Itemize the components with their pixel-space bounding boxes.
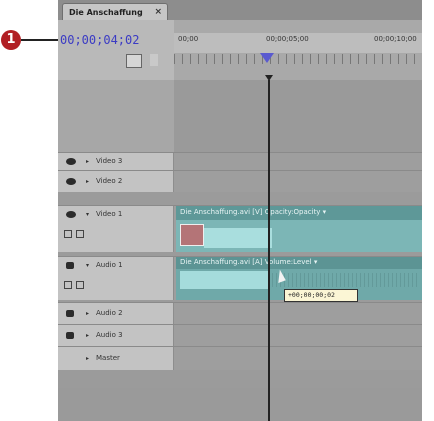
track-label: Video 2: [96, 177, 123, 185]
track-header: ▸ Master: [58, 347, 174, 370]
timeline-panel: Die Anschaffung × 00;00;04;02 00;00 00;0…: [58, 0, 422, 421]
video-clip[interactable]: Die Anschaffung.avi [V] Opacity:Opacity …: [176, 206, 422, 252]
display-style-icon[interactable]: [64, 281, 72, 289]
speaker-icon[interactable]: [66, 262, 74, 269]
clip-title: Die Anschaffung.avi [A] Volume:Level ▾: [180, 258, 318, 266]
clip-selection: [180, 271, 270, 289]
playhead-marker-icon[interactable]: [260, 53, 274, 63]
track-label: Audio 1: [96, 261, 123, 269]
track-master: ▸ Master: [58, 346, 422, 370]
tab-label: Die Anschaffung: [69, 8, 143, 17]
chevron-right-icon[interactable]: ▸: [86, 355, 89, 362]
time-ruler[interactable]: 00;00 00;00;05;00 00;00;10;00: [174, 20, 422, 80]
callout-line: [21, 39, 59, 41]
track-header: ▸ Video 2: [58, 171, 174, 192]
current-timecode[interactable]: 00;00;04;02: [60, 33, 139, 47]
tab-bar: Die Anschaffung ×: [58, 0, 422, 20]
track-header: ▸ Audio 3: [58, 325, 174, 346]
track-header: ▾ Video 1: [58, 206, 174, 252]
track-label: Master: [96, 354, 120, 362]
clip-thumbnail: [180, 224, 204, 246]
track-audio-2: ▸ Audio 2: [58, 302, 422, 324]
callout-number: 1: [6, 32, 16, 47]
speaker-icon[interactable]: [66, 310, 74, 317]
tab-sequence[interactable]: Die Anschaffung ×: [62, 3, 168, 20]
chevron-right-icon[interactable]: ▸: [86, 310, 89, 317]
track-video-2: ▸ Video 2: [58, 170, 422, 192]
marker-button[interactable]: [150, 54, 158, 66]
header-spacer: [58, 80, 174, 152]
audio-waveform: [272, 273, 418, 287]
keyframe-icon[interactable]: [76, 230, 84, 238]
ruler-ticks: [174, 54, 422, 64]
clip-title: Die Anschaffung.avi [V] Opacity:Opacity …: [180, 208, 327, 216]
speaker-icon[interactable]: [66, 332, 74, 339]
eye-icon[interactable]: [66, 211, 76, 218]
track-label: Video 3: [96, 157, 123, 165]
ruler-bar: 00;00 00;00;05;00 00;00;10;00: [174, 33, 422, 53]
track-video-3: ▸ Video 3: [58, 152, 422, 170]
chevron-down-icon[interactable]: ▾: [86, 211, 89, 218]
track-lane[interactable]: [174, 347, 422, 370]
clip-header: Die Anschaffung.avi [A] Volume:Level ▾: [176, 257, 422, 269]
chevron-right-icon[interactable]: ▸: [86, 332, 89, 339]
track-header: ▾ Audio 1: [58, 257, 174, 300]
chevron-right-icon[interactable]: ▸: [86, 158, 89, 165]
track-lane[interactable]: [174, 171, 422, 192]
track-header: ▸ Audio 2: [58, 303, 174, 324]
track-audio-1: ▾ Audio 1 Die Anschaffung.avi [A] Volume…: [58, 256, 422, 300]
track-lane[interactable]: [174, 153, 422, 170]
display-style-icon[interactable]: [64, 230, 72, 238]
track-label: Audio 3: [96, 331, 123, 339]
track-video-1: ▾ Video 1 Die Anschaffung.avi [V] Opacit…: [58, 205, 422, 252]
track-label: Audio 2: [96, 309, 123, 317]
track-audio-3: ▸ Audio 3: [58, 324, 422, 346]
upper-empty-area: [58, 80, 422, 152]
track-label: Video 1: [96, 210, 123, 218]
chevron-down-icon[interactable]: ▾: [86, 262, 89, 269]
track-lane[interactable]: [174, 325, 422, 346]
track-header: ▸ Video 3: [58, 153, 174, 170]
playhead-line[interactable]: [268, 80, 270, 421]
chevron-right-icon[interactable]: ▸: [86, 178, 89, 185]
ruler-label-0: 00;00: [178, 35, 199, 43]
callout-marker: 1: [1, 30, 21, 50]
eye-icon[interactable]: [66, 178, 76, 185]
close-icon[interactable]: ×: [154, 4, 162, 21]
bottom-empty-area: [58, 388, 422, 421]
eye-icon[interactable]: [66, 158, 76, 165]
track-lane[interactable]: [174, 303, 422, 324]
track-lane[interactable]: Die Anschaffung.avi [V] Opacity:Opacity …: [174, 206, 422, 252]
time-offset-tooltip: +00;00;00;02: [284, 289, 358, 302]
clip-header: Die Anschaffung.avi [V] Opacity:Opacity …: [176, 206, 422, 220]
snap-button[interactable]: [126, 54, 142, 68]
timecode-area: 00;00;04;02: [58, 20, 174, 80]
clip-selection: [204, 228, 272, 248]
keyframe-icon[interactable]: [76, 281, 84, 289]
ruler-label-2: 00;00;10;00: [374, 35, 417, 43]
ruler-label-1: 00;00;05;00: [266, 35, 309, 43]
